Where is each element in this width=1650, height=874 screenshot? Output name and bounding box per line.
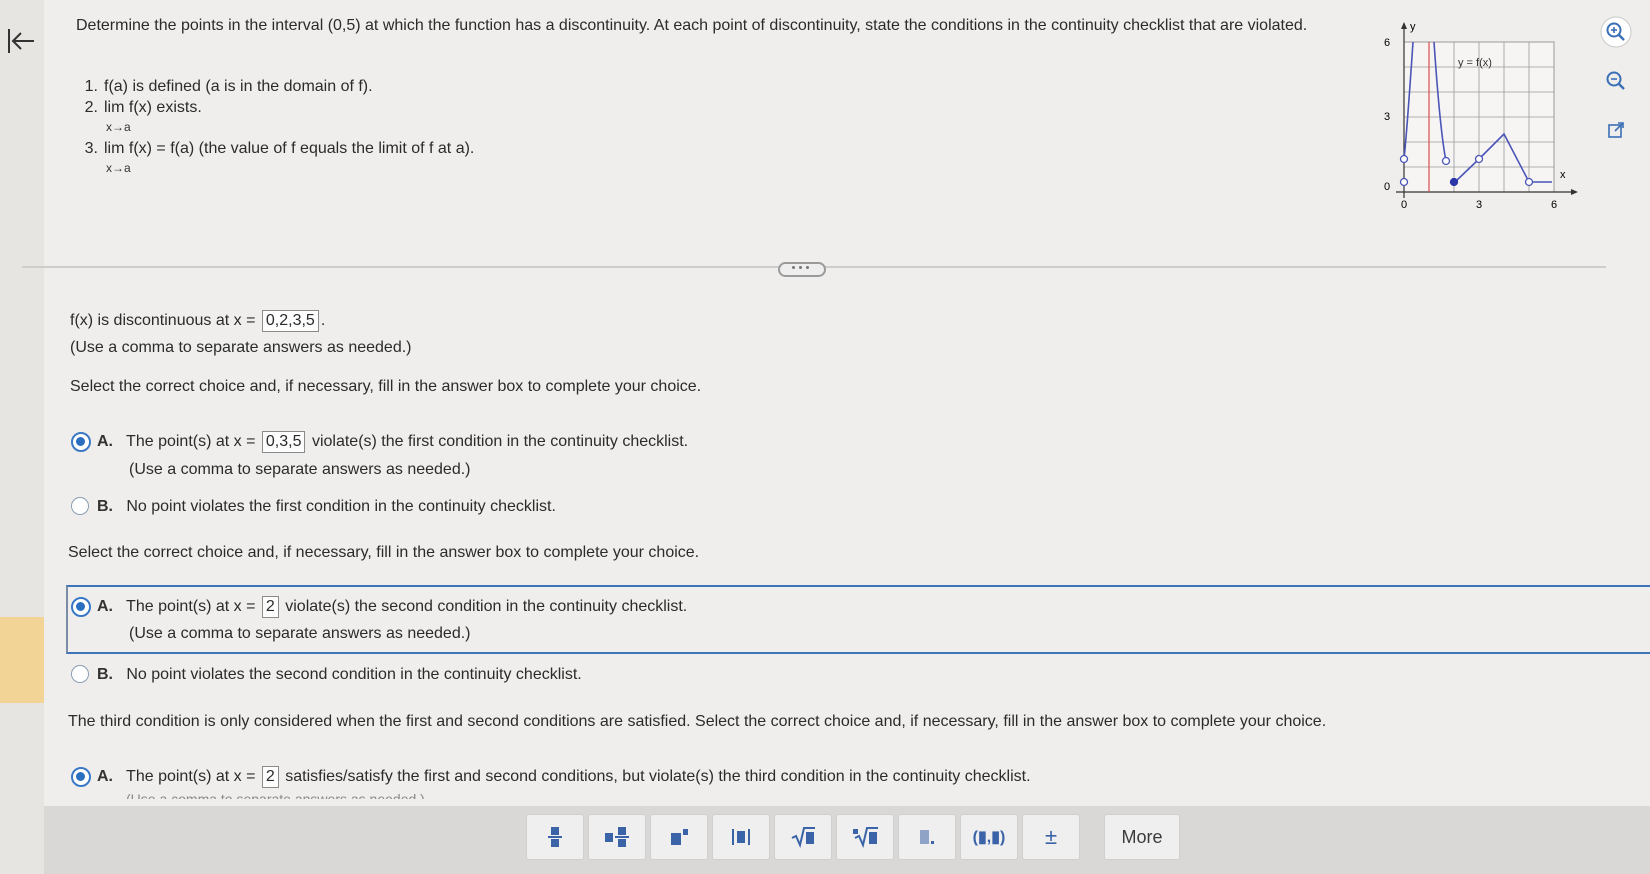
absolute-value-icon [732,829,750,845]
plus-minus-icon: ± [1044,824,1058,849]
x-tick: 0 [1401,199,1407,211]
checklist-text: f(a) is defined (a is in the domain of f… [104,78,373,95]
part2-choice-a[interactable]: A. The point(s) at x = 2 violate(s) the … [97,596,687,618]
square-root-icon [791,827,815,849]
choice-letter: B. [97,666,113,683]
zoom-out-icon[interactable] [1600,65,1632,97]
q1-answer-box[interactable]: 0,2,3,5 [261,310,319,332]
continuity-checklist: 1. f(a) is defined (a is in the domain of… [74,76,475,175]
open-external-icon[interactable] [1600,114,1632,146]
q1-note: (Use a comma to separate answers as need… [70,339,412,356]
part2-radio-a[interactable] [71,597,91,617]
checklist-number: 1. [84,78,98,95]
fraction-button[interactable] [526,814,584,860]
part3-answer-box[interactable]: 2 [261,766,279,788]
problem-statement: Determine the points in the interval (0,… [76,17,1308,34]
part1-radio-b[interactable] [71,497,89,515]
limit-subscript: x→a [106,161,131,175]
square-root-button[interactable] [774,814,832,860]
math-toolbar: (▮,▮) ± More [44,806,1650,874]
y-tick: 3 [1384,111,1390,123]
part2-answer-box[interactable]: 2 [261,596,279,618]
plus-minus-button[interactable]: ± [1022,814,1080,860]
x-axis-label: x [1560,169,1566,181]
divider-handle[interactable] [778,262,826,277]
part3-choice-a[interactable]: A. The point(s) at x = 2 satisfies/satis… [97,766,1031,788]
part1-choice-b[interactable]: B. No point violates the first condition… [97,496,556,518]
mixed-number-button[interactable] [588,814,646,860]
decimal-button[interactable] [898,814,956,860]
current-part-indicator [0,617,44,703]
side-toolbar [1600,16,1640,163]
part1-answer-box[interactable]: 0,3,5 [261,431,306,453]
q1-line: f(x) is discontinuous at x = 0,2,3,5. [70,310,325,332]
zoom-in-icon[interactable] [1600,16,1632,48]
y-axis-label: y [1410,21,1416,33]
checklist-text: lim f(x) exists. [104,99,202,116]
nth-root-button[interactable] [836,814,894,860]
instruction-2: Select the correct choice and, if necess… [68,544,700,561]
ordered-pair-button[interactable]: (▮,▮) [960,814,1018,860]
left-bar [0,0,44,874]
choice-letter: A. [97,598,113,615]
choice-prefix: The point(s) at x = [126,598,256,615]
curve-label: y = f(x) [1458,57,1492,69]
choice-suffix: violate(s) the first condition in the co… [311,433,689,450]
y-tick: 0 [1384,181,1390,193]
choice-letter: A. [97,768,113,785]
instruction-1: Select the correct choice and, if necess… [70,378,702,395]
absolute-value-button[interactable] [712,814,770,860]
choice-suffix: satisfies/satisfy the first and second c… [285,768,1031,785]
q1-prefix: f(x) is discontinuous at x = [70,312,256,329]
x-tick: 6 [1551,199,1557,211]
ordered-pair-icon: (▮,▮) [972,829,1006,846]
nth-root-icon [853,827,878,849]
limit-subscript: x→a [106,120,131,134]
choice-text: No point violates the second condition i… [126,666,582,683]
choice-suffix: violate(s) the second condition in the c… [285,598,688,615]
checklist-item: 2. lim f(x) exists. x→a [74,97,474,134]
part3-note-cut: (Use a comma to separate answers as need… [126,792,425,799]
part2-choice-b[interactable]: B. No point violates the second conditio… [97,664,582,686]
part3-intro: The third condition is only considered w… [68,713,1327,730]
checklist-text: lim f(x) = f(a) (the value of f equals t… [104,140,475,157]
part1-choice-a[interactable]: A. The point(s) at x = 0,3,5 violate(s) … [97,431,688,453]
part1-radio-a[interactable] [71,432,91,452]
checklist-item: 3. lim f(x) = f(a) (the value of f equals… [74,138,475,175]
checklist-number: 3. [84,140,98,157]
part1-note: (Use a comma to separate answers as need… [129,461,471,478]
choice-letter: B. [97,498,113,515]
mixed-number-icon [605,827,629,847]
part2-radio-b[interactable] [71,665,89,683]
more-button[interactable]: More [1104,814,1180,860]
back-arrow-icon[interactable] [6,26,36,56]
fraction-icon [548,827,562,847]
choice-letter: A. [97,433,113,450]
y-tick: 6 [1384,37,1390,49]
exponent-icon [671,829,688,845]
q1-suffix: . [320,312,326,329]
part3-radio-a[interactable] [71,767,91,787]
choice-prefix: The point(s) at x = [126,433,256,450]
choice-prefix: The point(s) at x = [126,768,256,785]
part2-note: (Use a comma to separate answers as need… [129,625,471,642]
decimal-icon [920,830,934,844]
checklist-item: 1. f(a) is defined (a is in the domain of… [74,76,474,97]
choice-text: No point violates the first condition in… [126,498,556,515]
exponent-button[interactable] [650,814,708,860]
x-tick: 3 [1476,199,1482,211]
checklist-number: 2. [84,99,98,116]
